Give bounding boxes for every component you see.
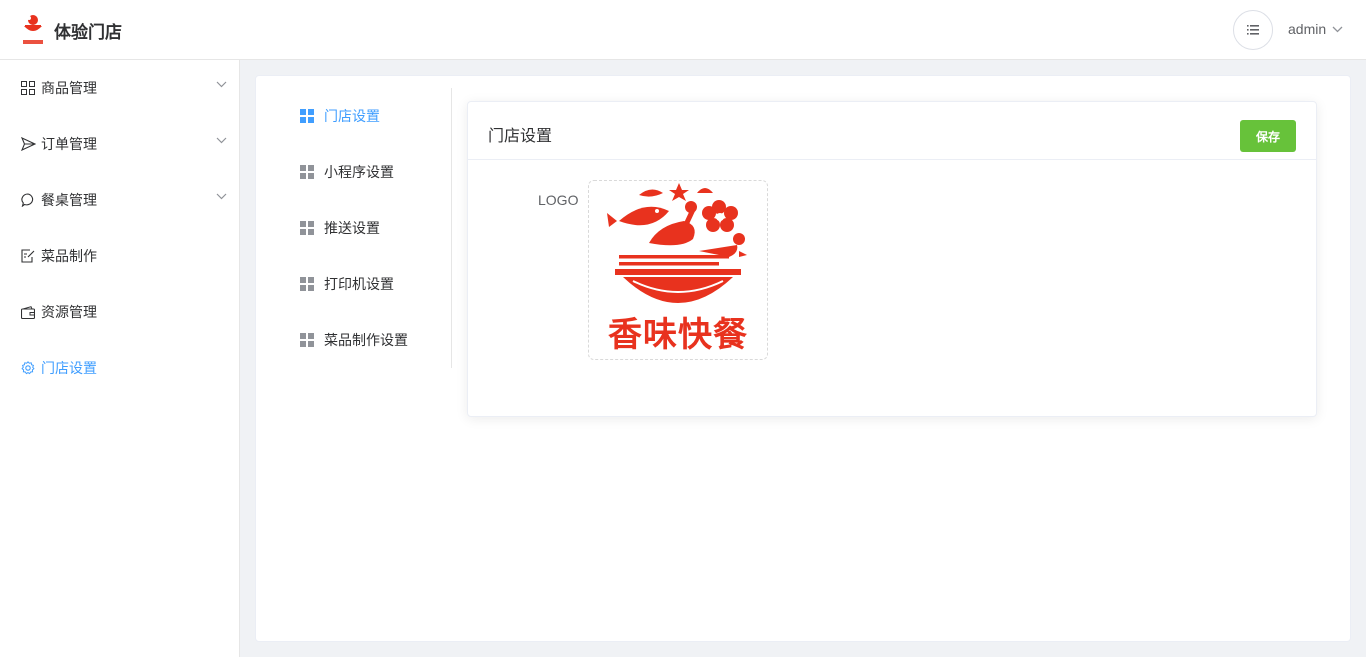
settings-menu-item-dish-making[interactable]: 菜品制作设置 <box>300 312 408 368</box>
gear-icon <box>20 360 36 376</box>
sidebar-item-label: 菜品制作 <box>41 248 97 264</box>
store-name: 体验门店 <box>54 22 122 42</box>
send-icon <box>20 136 36 152</box>
sidebar-item-store-settings[interactable]: 门店设置 <box>0 340 239 396</box>
chevron-down-icon <box>216 81 227 88</box>
sidebar-item-label: 门店设置 <box>41 360 97 376</box>
settings-menu-item-printer[interactable]: 打印机设置 <box>300 256 394 312</box>
sidebar-item-label: 餐桌管理 <box>41 192 97 208</box>
grid-icon <box>300 277 314 291</box>
settings-menu-label: 菜品制作设置 <box>324 332 408 348</box>
sidebar-item-label: 商品管理 <box>41 80 97 96</box>
user-name: admin <box>1288 21 1327 37</box>
sidebar-item-label: 订单管理 <box>41 136 97 152</box>
wallet-icon <box>20 304 36 320</box>
grid-icon <box>300 333 314 347</box>
settings-menu-label: 门店设置 <box>324 108 380 124</box>
settings-menu: 门店设置 小程序设置 推送设置 打印机设置 菜品制作设置 <box>256 88 452 368</box>
sidebar-item-resources[interactable]: 资源管理 <box>0 284 239 340</box>
card-title: 门店设置 <box>488 128 553 145</box>
list-icon <box>1247 25 1259 35</box>
grid-icon <box>300 109 314 123</box>
grid-icon <box>300 165 314 179</box>
store-logo-icon <box>23 15 43 44</box>
logo-uploader[interactable]: 香味快餐 <box>588 180 768 360</box>
menu-toggle-button[interactable] <box>1233 10 1273 50</box>
settings-menu-item-push[interactable]: 推送设置 <box>300 200 380 256</box>
sidebar-item-dish-making[interactable]: 菜品制作 <box>0 228 239 284</box>
sidebar-item-orders[interactable]: 订单管理 <box>0 116 239 172</box>
settings-menu-label: 打印机设置 <box>324 276 394 292</box>
store-settings-card: 门店设置 保存 LOGO 香味快餐 <box>467 101 1317 417</box>
edit-document-icon <box>20 248 36 264</box>
save-button[interactable]: 保存 <box>1240 120 1296 152</box>
chevron-down-icon <box>216 193 227 200</box>
logo-label: LOGO <box>538 192 579 208</box>
user-dropdown[interactable]: admin <box>1288 21 1343 37</box>
top-header: 体验门店 admin <box>0 0 1366 60</box>
main-panel: 门店设置 小程序设置 推送设置 打印机设置 菜品制作设置 门店设置 保存 LOG… <box>255 75 1351 642</box>
chevron-down-icon <box>1332 26 1343 32</box>
settings-menu-item-store[interactable]: 门店设置 <box>300 88 380 144</box>
logo-text: 香味快餐 <box>608 315 748 355</box>
settings-menu-label: 推送设置 <box>324 220 380 236</box>
sidebar-item-label: 资源管理 <box>41 304 97 320</box>
chevron-down-icon <box>216 137 227 144</box>
sidebar-item-products[interactable]: 商品管理 <box>0 60 239 116</box>
settings-menu-label: 小程序设置 <box>324 164 394 180</box>
chat-bubble-icon <box>20 192 36 208</box>
brand[interactable]: 体验门店 <box>20 12 122 48</box>
settings-menu-item-miniprogram[interactable]: 小程序设置 <box>300 144 394 200</box>
sidebar: 商品管理 订单管理 餐桌管理 菜品制作 资源管理 门店设置 <box>0 60 240 657</box>
card-header: 门店设置 保存 <box>468 102 1316 160</box>
grid-icon <box>300 221 314 235</box>
grid-icon <box>20 80 36 96</box>
sidebar-item-tables[interactable]: 餐桌管理 <box>0 172 239 228</box>
